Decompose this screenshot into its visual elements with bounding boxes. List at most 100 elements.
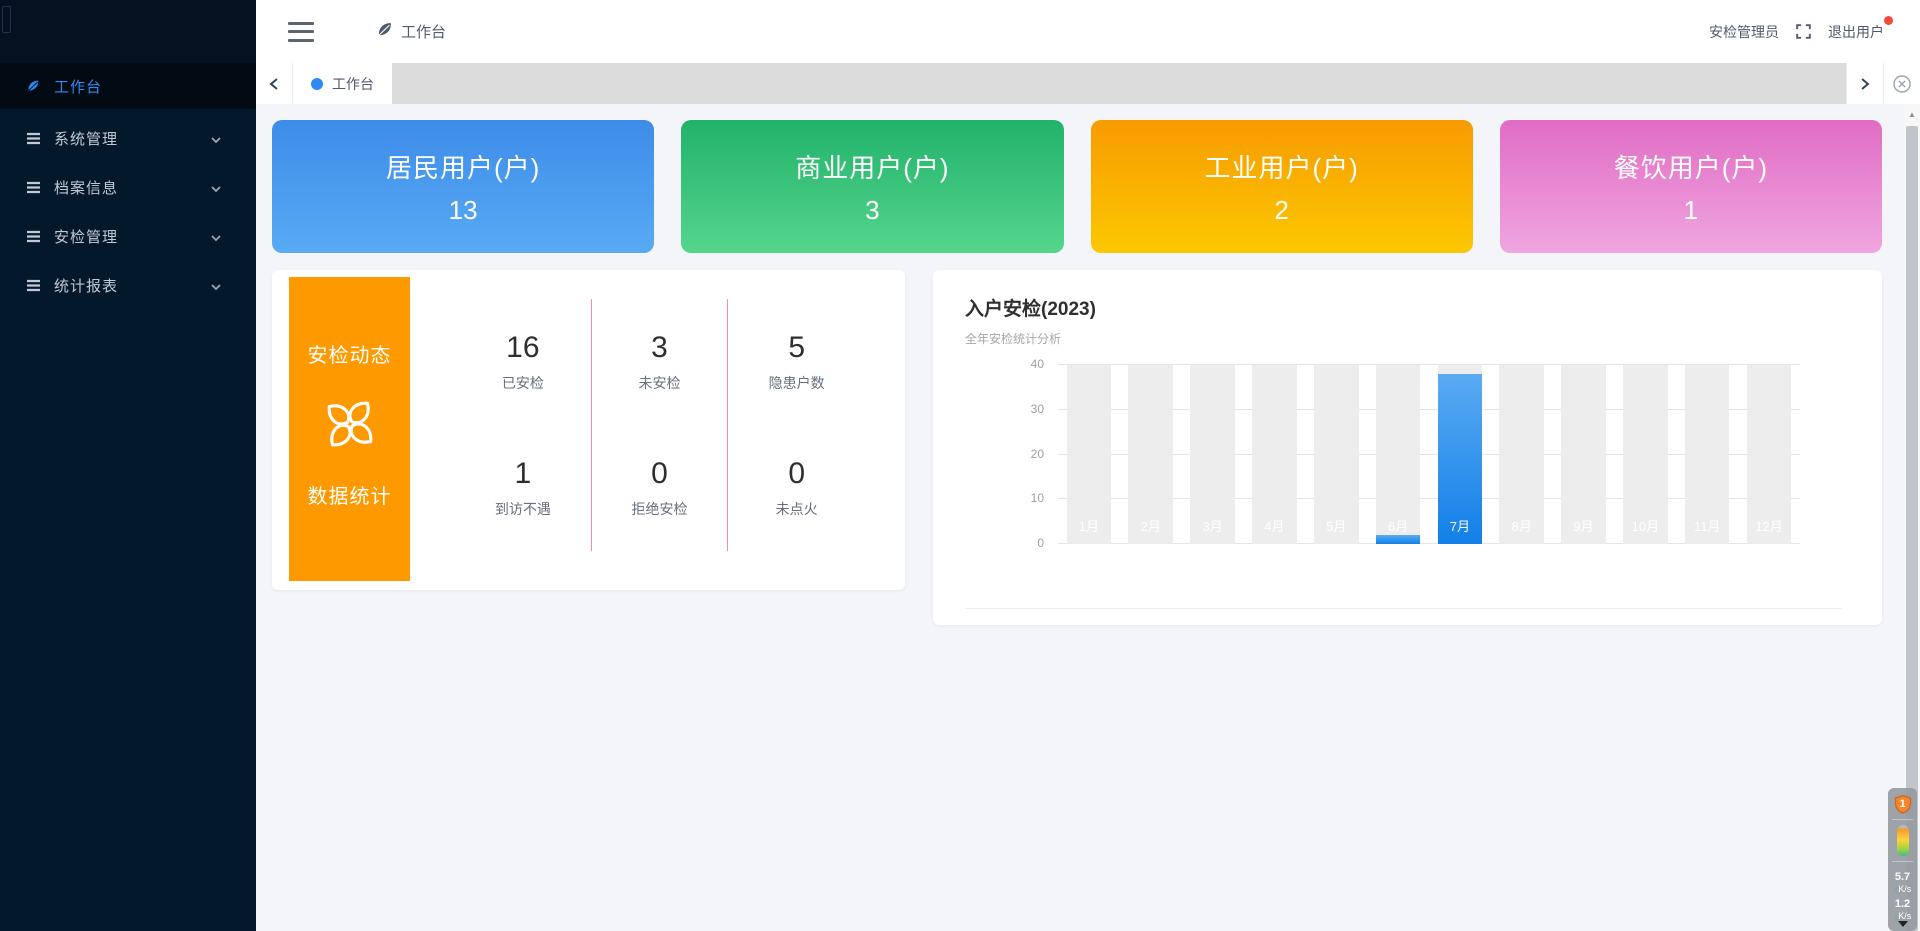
stat-cards-row: 居民用户(户) 13 商业用户(户)3工业用户(户)2 餐饮用户(户) 1: [272, 120, 1882, 253]
stat-card-label: 餐饮用户(户): [1614, 148, 1768, 185]
sidebar-item-label: 系统管理: [54, 128, 210, 149]
stat-card-2[interactable]: 商业用户(户)3: [681, 120, 1063, 253]
security-stat-cell: 16已安检: [455, 299, 592, 425]
tabs-scroll-left-icon[interactable]: [256, 63, 293, 104]
stat-card-value: 1: [1684, 195, 1698, 226]
shield-badge-icon[interactable]: 1: [1893, 794, 1913, 814]
usage-gauge-icon: [1897, 825, 1909, 857]
sidebar-item-label: 统计报表: [54, 275, 210, 296]
security-stat-value: 16: [506, 331, 539, 365]
stat-card-value: 13: [449, 195, 478, 226]
sidebar: 工作台系统管理档案信息安检管理统计报表: [0, 0, 256, 931]
stat-card-value: 3: [865, 195, 879, 226]
fullscreen-icon[interactable]: [1794, 22, 1813, 41]
sidebar-logo-area: [0, 0, 256, 63]
security-stat-cell: 3 未安检: [592, 299, 729, 425]
stat-card-4[interactable]: 餐饮用户(户) 1: [1500, 120, 1882, 253]
breadcrumb: 工作台: [376, 21, 446, 42]
x-axis-month-label: 7月: [1429, 516, 1491, 535]
chart-bar-slot: 11月: [1676, 365, 1738, 544]
top-header: 工作台 安检管理员 退出用户: [256, 0, 1920, 63]
menu-list-icon: [25, 229, 41, 245]
chart-bar-slot: 2月: [1120, 365, 1182, 544]
chart-bar-slot: 5月: [1305, 365, 1367, 544]
x-axis-month-label: 11月: [1676, 516, 1738, 535]
upload-speed-value: 5.7: [1894, 871, 1912, 884]
y-axis-tick-label: 40: [1031, 357, 1044, 371]
sidebar-item-4[interactable]: 安检管理: [0, 212, 256, 261]
chart-bar-slot: 8月: [1491, 365, 1553, 544]
security-stat-cell: 1 到访不遇: [455, 425, 592, 551]
sidebar-item-2[interactable]: 系统管理: [0, 114, 256, 163]
x-axis-month-label: 5月: [1305, 516, 1367, 535]
header-actions: 安检管理员 退出用户: [1709, 22, 1886, 42]
x-axis-month-label: 1月: [1058, 516, 1120, 535]
current-user-label: 安检管理员: [1709, 22, 1779, 42]
banner-title: 安检动态: [308, 339, 392, 368]
chevron-down-icon: [210, 280, 222, 292]
chart-bar-slot: 7月: [1429, 365, 1491, 544]
chart-bar-slot: 12月: [1738, 365, 1800, 544]
security-stat-cell: 0 拒绝安检: [592, 425, 729, 551]
menu-list-icon: [25, 278, 41, 294]
x-axis-month-label: 2月: [1120, 516, 1182, 535]
security-stat-value: 0: [788, 457, 805, 491]
download-speed-value: 1.2: [1894, 898, 1912, 911]
tab-label: 工作台: [332, 74, 374, 94]
scrollbar-up-arrow-icon[interactable]: ▲: [1904, 104, 1920, 124]
security-stat-value: 0: [651, 457, 668, 491]
chevron-down-icon: [210, 231, 222, 243]
sidebar-item-5[interactable]: 统计报表: [0, 261, 256, 310]
security-stat-label: 未点火: [776, 499, 818, 519]
close-tabs-icon[interactable]: [1883, 63, 1920, 104]
sidebar-item-1[interactable]: 工作台: [0, 63, 256, 109]
widget-divider: [1892, 861, 1913, 862]
y-axis-tick-label: 0: [1037, 536, 1044, 550]
leaf-icon: [25, 78, 41, 94]
security-stat-value: 5: [788, 331, 805, 365]
panels-row: 安检动态 数据统计 16已安检3未安检5隐患户数1到访不遇0拒绝安检0未点火 入…: [272, 270, 1882, 625]
banner-caption: 数据统计: [308, 480, 392, 509]
tab-workbench[interactable]: 工作台: [293, 63, 392, 104]
stat-card-label: 工业用户(户): [1204, 148, 1358, 185]
security-stat-value: 1: [514, 457, 531, 491]
y-axis-tick-label: 10: [1031, 491, 1044, 505]
chevron-down-icon: [210, 133, 222, 145]
chart-bar-slot: 9月: [1553, 365, 1615, 544]
widget-divider: [1892, 819, 1913, 820]
security-stat-cell: 0 未点火: [728, 425, 865, 551]
y-axis-tick-label: 20: [1031, 447, 1044, 461]
sidebar-item-label: 档案信息: [54, 177, 210, 198]
annual-inspection-chart-panel: 入户安检(2023) 全年安检统计分析 0102030401月2月3月4月5月6…: [933, 270, 1882, 625]
logo-placeholder: [2, 6, 11, 33]
logout-button[interactable]: 退出用户: [1828, 22, 1886, 42]
security-stat-cell: 5隐患户数: [728, 299, 865, 425]
collapse-sidebar-icon[interactable]: [288, 22, 314, 42]
bar-value-fill: [1376, 535, 1421, 544]
stat-card-1[interactable]: 居民用户(户) 13: [272, 120, 654, 253]
bar-chart-plot: 1月2月3月4月5月6月7月8月9月10月11月12月: [1058, 365, 1800, 544]
sidebar-item-3[interactable]: 档案信息: [0, 163, 256, 212]
x-axis-month-label: 12月: [1738, 516, 1800, 535]
main-content: 居民用户(户)13商业用户(户)3工业用户(户)2餐饮用户(户)1 安检动态 数…: [256, 104, 1920, 931]
sidebar-item-label: 安检管理: [54, 226, 210, 247]
page-title: 工作台: [401, 21, 446, 42]
menu-list-icon: [25, 180, 41, 196]
tabs-scroll-right-icon[interactable]: [1846, 63, 1883, 104]
chart-bar-slot: 3月: [1182, 365, 1244, 544]
security-stat-label: 拒绝安检: [631, 499, 687, 519]
chart-subtitle: 全年安检统计分析: [965, 330, 1842, 347]
security-stat-label: 未安检: [638, 373, 680, 393]
security-stat-label: 到访不遇: [495, 499, 551, 519]
sidebar-item-label: 工作台: [54, 76, 222, 97]
x-axis-month-label: 4月: [1243, 516, 1305, 535]
security-dynamic-panel: 安检动态 数据统计 16已安检 3 未安检 5隐患户数 1 到访不遇 0 拒绝安检 0 未点火: [272, 270, 905, 590]
net-speed-monitor-widget[interactable]: 1 5.7 ↑K/s 1.2 ↓K/s: [1888, 788, 1917, 931]
app-root: 工作台系统管理档案信息安检管理统计报表 工作台 安检管理员 退出用户: [0, 0, 1920, 931]
widget-collapse-caret-icon[interactable]: [1898, 921, 1908, 927]
stat-card-label: 居民用户(户): [386, 148, 540, 185]
sidebar-menu: 工作台系统管理档案信息安检管理统计报表: [0, 63, 256, 310]
security-stat-value: 3: [651, 331, 668, 365]
menu-list-icon: [25, 131, 41, 147]
stat-card-3[interactable]: 工业用户(户)2: [1091, 120, 1473, 253]
